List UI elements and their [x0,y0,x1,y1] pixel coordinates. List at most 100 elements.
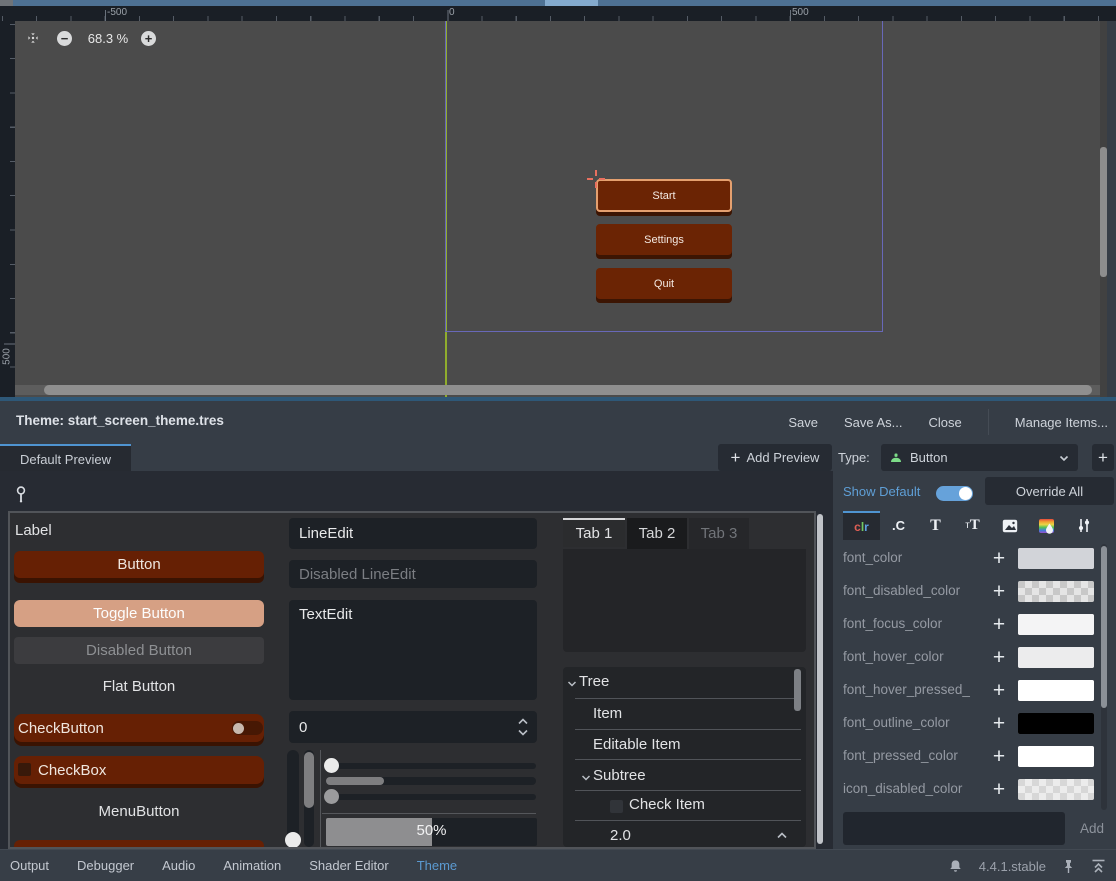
tab-constants[interactable]: .C [880,511,917,540]
add-override-button[interactable]: + [985,577,1013,605]
preview-tree[interactable]: Tree Item Editable Item Subtree Check It… [563,667,806,847]
color-swatch[interactable] [1018,746,1094,767]
expand-bottom-panel-icon[interactable] [1091,859,1106,873]
items-scrollbar-thumb[interactable] [1101,546,1107,708]
preview-option-button[interactable] [14,840,264,849]
2d-viewport[interactable]: − 68.3 % + Start Settings Quit [15,21,1107,397]
tab-colors[interactable]: c l r [843,511,880,540]
color-swatch[interactable] [1018,647,1094,668]
preview-menu-button[interactable]: MenuButton [14,803,264,820]
preview-text-edit[interactable]: TextEdit [289,600,537,700]
font-size-tab-icon: T [970,517,980,534]
add-override-button[interactable]: + [985,643,1013,671]
tab-shader-editor[interactable]: Shader Editor [309,858,389,873]
pin-icon[interactable] [1062,859,1075,874]
tree-subtree[interactable]: Subtree [593,767,646,784]
tab-fonts[interactable]: T [917,511,954,540]
zoom-in-button[interactable]: + [141,31,156,46]
add-override-button[interactable]: + [985,775,1013,803]
preview-tab-1[interactable]: Tab 1 [563,518,625,547]
close-button[interactable]: Close [929,415,962,430]
notifications-bell-icon[interactable] [948,859,963,874]
add-override-button[interactable]: + [985,676,1013,704]
color-swatch[interactable] [1018,779,1094,800]
show-default-toggle[interactable] [936,486,973,501]
tab-1-label: Tab 1 [576,525,613,542]
color-swatch[interactable] [1018,614,1094,635]
override-all-button[interactable]: Override All [985,477,1114,505]
pick-theme-item-icon[interactable] [14,486,28,503]
tab-font-sizes[interactable]: т T [954,511,991,540]
tab-2-label: Tab 2 [639,525,676,542]
tree-scrollbar-thumb[interactable] [794,669,801,711]
tree-collapse-icon[interactable] [567,680,577,688]
preview-progress-bar: 50% [326,818,537,846]
color-swatch[interactable] [1018,581,1094,602]
add-item-button[interactable]: Add [1072,812,1112,845]
vslider-grabber[interactable] [285,832,301,848]
tree-collapse-icon[interactable] [581,774,591,782]
tab-filter[interactable] [1065,511,1102,540]
preview-button[interactable]: Button [14,551,264,578]
panel-splitter[interactable] [0,397,1116,401]
tree-editable-item[interactable]: Editable Item [593,736,681,753]
tab-icons[interactable] [991,511,1028,540]
checkbox-unchecked-icon[interactable] [610,800,623,813]
range-up-icon[interactable] [776,831,788,840]
tab-default-preview[interactable]: Default Preview [0,444,131,473]
preview-hslider[interactable] [326,763,536,769]
spin-down-icon[interactable] [517,728,529,737]
center-view-icon[interactable] [25,30,41,46]
tree-range-value[interactable]: 2.0 [610,827,631,844]
type-dropdown[interactable]: Button [881,444,1078,471]
tab-audio[interactable]: Audio [162,858,195,873]
hslider-grabber[interactable] [324,758,339,773]
add-override-button[interactable]: + [985,544,1013,572]
theme-item-name: font_color [843,550,902,565]
vscrollbar-thumb[interactable] [304,752,314,808]
color-swatch[interactable] [1018,680,1094,701]
ruler-label: 500 [792,7,809,18]
preview-spin-box[interactable]: 0 [289,711,537,743]
preview-check-box[interactable]: CheckBox [14,756,264,784]
add-override-button[interactable]: + [985,610,1013,638]
tab-theme[interactable]: Theme [417,858,457,873]
add-item-input[interactable] [843,812,1065,845]
color-swatch[interactable] [1018,548,1094,569]
hscrollbar-thumb[interactable] [326,777,384,785]
viewport-vscrollbar[interactable] [1100,21,1107,397]
tree-separator [575,729,801,730]
add-override-button[interactable]: + [985,709,1013,737]
spin-up-icon[interactable] [517,717,529,726]
tree-item[interactable]: Item [593,705,622,722]
start-button-label: Start [652,190,675,202]
preview-check-button[interactable]: CheckButton [14,714,264,742]
add-type-button[interactable]: + [1092,444,1114,471]
add-override-button[interactable]: + [985,742,1013,770]
tree-check-item[interactable]: Check Item [629,796,705,813]
hscrollbar-thumb[interactable] [44,385,1092,395]
color-swatch[interactable] [1018,713,1094,734]
tab-styleboxes[interactable] [1028,511,1065,540]
zoom-percent[interactable]: 68.3 % [81,31,135,46]
preview-hscrollbar[interactable] [326,777,536,785]
zoom-out-button[interactable]: − [57,31,72,46]
manage-items-button[interactable]: Manage Items... [1015,415,1108,430]
items-scrollbar[interactable] [1101,544,1107,810]
add-preview-button[interactable]: + Add Preview [718,444,832,471]
vscrollbar-thumb[interactable] [1100,147,1107,277]
preview-start-button: Start [596,179,732,212]
tab-output[interactable]: Output [10,858,49,873]
preview-vscrollbar[interactable] [304,750,314,847]
preview-vscrollbar-thumb[interactable] [817,514,823,844]
preview-flat-button[interactable]: Flat Button [14,678,264,695]
tab-animation[interactable]: Animation [223,858,281,873]
viewport-hscrollbar[interactable] [15,385,1100,395]
preview-toggle-button[interactable]: Toggle Button [14,600,264,627]
preview-line-edit[interactable]: LineEdit [289,518,537,549]
tab-debugger[interactable]: Debugger [77,858,134,873]
preview-tab-2[interactable]: Tab 2 [627,518,687,549]
ruler-vertical: 500 [0,21,15,397]
save-button[interactable]: Save [788,415,818,430]
save-as-button[interactable]: Save As... [844,415,903,430]
